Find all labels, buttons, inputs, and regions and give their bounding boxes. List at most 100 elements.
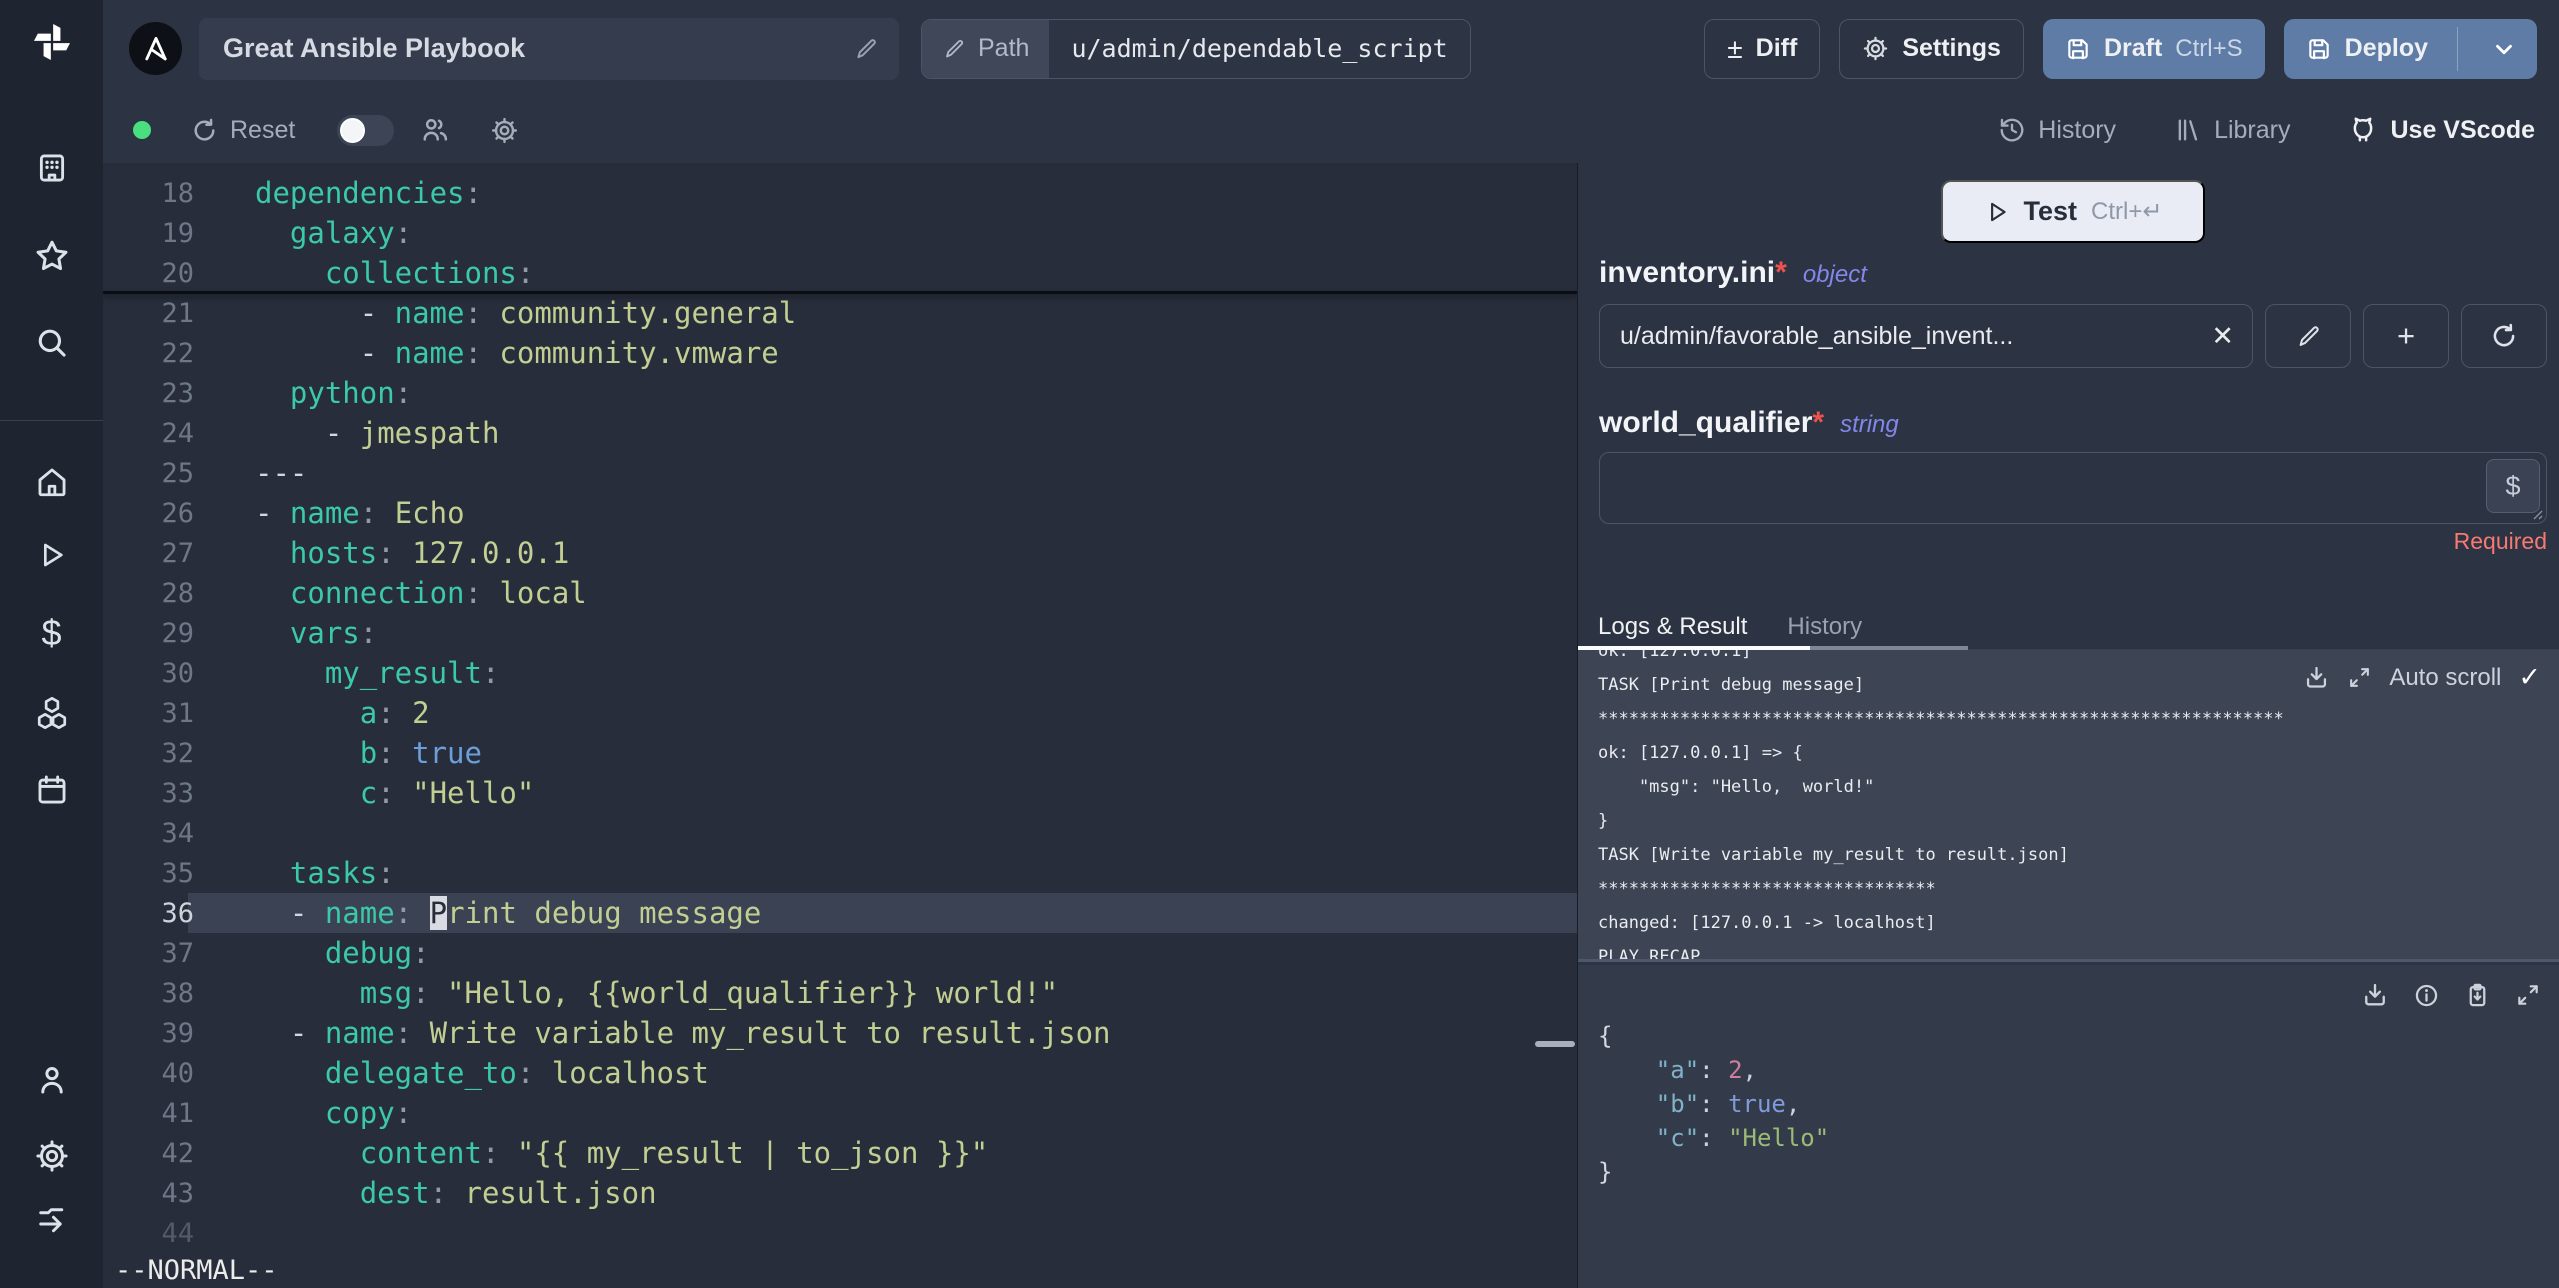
code-line[interactable]: 19 galaxy: [103, 213, 1577, 253]
code-line[interactable]: 42 content: "{{ my_result | to_json }}" [103, 1133, 1577, 1173]
expand-result-icon[interactable] [2515, 982, 2541, 1008]
code-line[interactable]: 18 dependencies: [103, 173, 1577, 213]
code-line[interactable]: 22 - name: community.vmware [103, 333, 1577, 373]
copy-result-icon[interactable] [2464, 982, 2491, 1009]
code-line[interactable]: 21 - name: community.general [103, 293, 1577, 333]
code-line[interactable]: 20 collections: [103, 253, 1577, 293]
line-number: 31 [161, 697, 194, 729]
sidebar-item-variables[interactable]: $ [41, 612, 61, 654]
code-line[interactable]: 25 --- [103, 453, 1577, 493]
sidebar-item-favorites[interactable] [34, 238, 70, 274]
deploy-dropdown-button[interactable] [2471, 36, 2537, 62]
diff-button[interactable]: ± Diff [1704, 18, 1821, 79]
code-line[interactable]: 29 vars: [103, 613, 1577, 653]
library-icon [2174, 116, 2202, 144]
code-text: c: "Hello" [359, 776, 535, 810]
path-value-segment[interactable]: u/admin/dependable_script [1049, 19, 1470, 78]
sidebar-item-schedules[interactable] [35, 773, 69, 807]
code-line[interactable]: 27 hosts: 127.0.0.1 [103, 533, 1577, 573]
reset-button[interactable]: Reset [191, 116, 295, 145]
tab-logs-result[interactable]: Logs & Result [1598, 613, 1747, 641]
code-line[interactable]: 28 connection: local [103, 573, 1577, 613]
sidebar-item-runs[interactable] [36, 539, 68, 571]
logs-panel[interactable]: ok: [127.0.0.1] TASK [Print debug messag… [1578, 650, 2559, 962]
inventory-field-label: inventory.ini * object [1599, 256, 2547, 290]
sidebar-item-search[interactable] [35, 326, 69, 360]
code-line[interactable]: 31 a: 2 [103, 693, 1577, 733]
code-text: - jmespath [324, 416, 500, 450]
code-line[interactable]: 37 debug: [103, 933, 1577, 973]
code-line[interactable]: 40 delegate_to: localhost [103, 1053, 1577, 1093]
settings-button[interactable]: Settings [1839, 18, 2024, 79]
line-number: 27 [161, 537, 194, 569]
code-line[interactable]: 34 [103, 813, 1577, 853]
inventory-resource-input[interactable]: u/admin/favorable_ansible_invent... ✕ [1599, 304, 2253, 368]
result-tabs: Logs & Result History [1578, 604, 2559, 651]
gear-icon [490, 116, 519, 145]
download-logs-icon[interactable] [2303, 664, 2330, 691]
code-line[interactable]: 32 b: true [103, 733, 1577, 773]
vim-status-bar: --NORMAL-- [115, 1255, 278, 1286]
sidebar-item-workspace[interactable] [35, 151, 69, 185]
refresh-resource-button[interactable] [2461, 304, 2547, 368]
code-text: b: true [359, 736, 482, 770]
info-icon[interactable] [2413, 982, 2440, 1009]
world-qualifier-textarea[interactable]: $ [1599, 452, 2547, 524]
edit-resource-button[interactable] [2265, 304, 2351, 368]
path-edit-segment[interactable]: Path [922, 19, 1050, 78]
code-line[interactable]: 39 - name: Write variable my_result to re… [103, 1013, 1577, 1053]
draft-button[interactable]: Draft Ctrl+S [2042, 18, 2265, 79]
result-json-line: "b": true, [1655, 1090, 1801, 1118]
history-button[interactable]: History [1998, 116, 2116, 145]
code-line[interactable]: 26 - name: Echo [103, 493, 1577, 533]
test-button[interactable]: Test Ctrl+↵ [1941, 180, 2205, 243]
code-line[interactable]: 44 [103, 1213, 1577, 1253]
diff-mode-toggle[interactable] [337, 114, 395, 146]
pencil-icon [2295, 323, 2322, 350]
sidebar-item-logout[interactable] [34, 1200, 70, 1236]
code-line[interactable]: 43 dest: result.json [103, 1173, 1577, 1213]
autoscroll-check-icon[interactable]: ✓ [2518, 662, 2541, 693]
deploy-button[interactable]: Deploy [2283, 18, 2537, 79]
code-line[interactable]: 30 my_result: [103, 653, 1577, 693]
collaborators-button[interactable] [420, 115, 450, 145]
sidebar-item-account[interactable] [35, 1063, 69, 1097]
insert-variable-button[interactable]: $ [2486, 459, 2540, 513]
download-result-icon[interactable] [2361, 981, 2389, 1009]
log-line: } [1598, 811, 1609, 831]
path-value: u/admin/dependable_script [1071, 34, 1448, 63]
use-vscode-button[interactable]: Use VScode [2348, 115, 2535, 145]
tab-history[interactable]: History [1787, 613, 1862, 641]
line-number: 19 [161, 217, 194, 249]
code-text: content: "{{ my_result | to_json }}" [359, 1136, 989, 1170]
code-line[interactable]: 35 tasks: [103, 853, 1577, 893]
code-editor[interactable]: 18 dependencies: 19 galaxy: 20 collections: 21… [103, 163, 1577, 1288]
sidebar-item-settings[interactable] [34, 1138, 70, 1174]
script-title-field[interactable]: Great Ansible Playbook [199, 17, 899, 80]
library-button[interactable]: Library [2174, 116, 2290, 145]
line-number: 30 [161, 657, 194, 689]
result-json-line: "a": 2, [1655, 1056, 1757, 1084]
log-controls: Auto scroll ✓ [2303, 662, 2541, 693]
code-line[interactable]: 38 msg: "Hello, {{world_qualifier}} world… [103, 973, 1577, 1013]
code-line[interactable]: 24 - jmespath [103, 413, 1577, 453]
edit-title-pencil-icon[interactable] [853, 36, 879, 62]
code-line[interactable]: 33 c: "Hello" [103, 773, 1577, 813]
code-text: collections: [324, 256, 535, 290]
expand-logs-icon[interactable] [2347, 665, 2372, 690]
code-text: debug: [324, 936, 430, 970]
sidebar-item-home[interactable] [35, 465, 69, 499]
code-line[interactable]: 41 copy: [103, 1093, 1577, 1133]
add-resource-button[interactable]: + [2363, 304, 2449, 368]
sidebar-item-resources[interactable] [34, 695, 70, 731]
code-line[interactable]: 23 python: [103, 373, 1577, 413]
result-panel[interactable]: { "a": 2, "b": true, "c": "Hello"} [1578, 965, 2559, 1288]
code-line[interactable]: 36 - name: Print debug message [103, 893, 1577, 933]
clear-icon[interactable]: ✕ [2211, 321, 2234, 352]
path-group[interactable]: Path u/admin/dependable_script [921, 18, 1471, 79]
editor-settings-button[interactable] [490, 116, 519, 145]
editor-resize-handle[interactable] [1535, 1041, 1575, 1047]
resize-grip-icon[interactable] [2529, 506, 2543, 520]
plus-minus-icon: ± [1727, 32, 1743, 64]
windmill-logo-icon[interactable] [29, 19, 75, 65]
